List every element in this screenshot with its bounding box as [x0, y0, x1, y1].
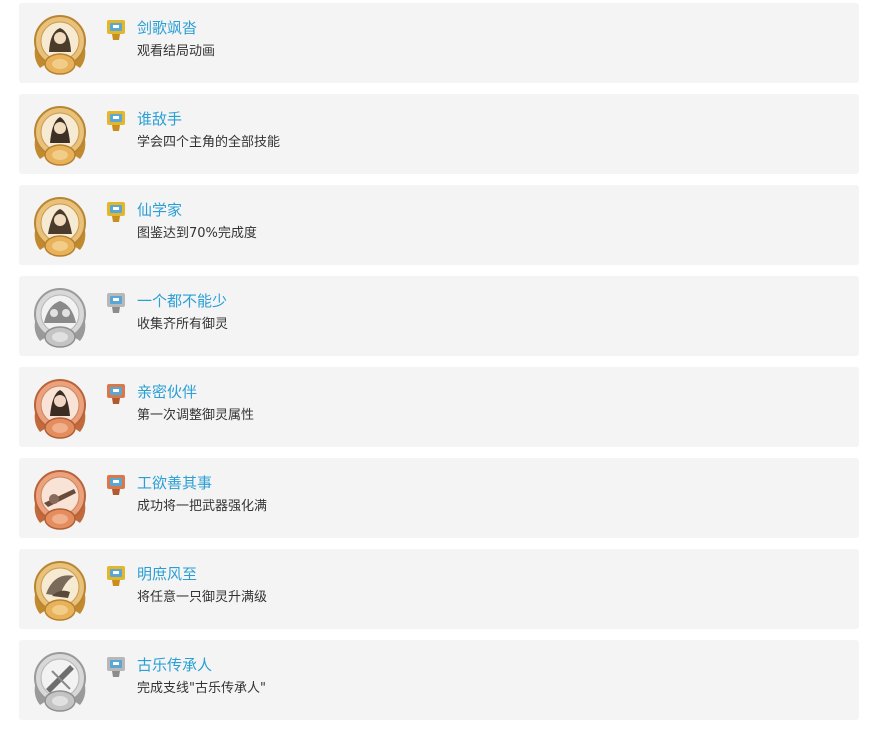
- achievement-card[interactable]: 剑歌飒沓 观看结局动画: [19, 3, 859, 83]
- achievement-card[interactable]: 仙学家 图鉴达到70%完成度: [19, 185, 859, 265]
- achievement-description: 学会四个主角的全部技能: [137, 135, 281, 150]
- achievement-title[interactable]: 剑歌飒沓: [137, 18, 197, 38]
- platform-icon: [107, 566, 125, 586]
- achievement-card[interactable]: 工欲善其事 成功将一把武器强化满: [19, 458, 859, 538]
- bronze-trophy-icon: [34, 379, 86, 439]
- achievement-description: 观看结局动画: [137, 44, 216, 59]
- achievement-description: 完成支线"古乐传承人": [137, 681, 266, 696]
- achievement-title[interactable]: 亲密伙伴: [137, 382, 197, 402]
- achievement-title[interactable]: 仙学家: [137, 200, 182, 220]
- achievement-card[interactable]: 一个都不能少 收集齐所有御灵: [19, 276, 859, 356]
- achievement-title[interactable]: 工欲善其事: [137, 473, 212, 493]
- achievement-title[interactable]: 古乐传承人: [137, 655, 212, 675]
- silver-trophy-icon: [34, 652, 86, 712]
- platform-icon: [107, 202, 125, 222]
- gold-trophy-icon: [34, 561, 86, 621]
- gold-trophy-icon: [34, 106, 86, 166]
- gold-trophy-icon: [34, 15, 86, 75]
- achievement-description: 第一次调整御灵属性: [137, 408, 255, 423]
- achievement-description: 收集齐所有御灵: [137, 317, 229, 332]
- achievement-title[interactable]: 一个都不能少: [137, 291, 227, 311]
- platform-icon: [107, 475, 125, 495]
- platform-icon: [107, 657, 125, 677]
- achievement-list: 剑歌飒沓 观看结局动画 谁敌手 学会四个主角的全部技能 仙学家 图鉴达到70%完…: [19, 3, 859, 731]
- achievement-description: 将任意一只御灵升满级: [137, 590, 268, 605]
- platform-icon: [107, 293, 125, 313]
- achievement-card[interactable]: 明庶风至 将任意一只御灵升满级: [19, 549, 859, 629]
- gold-trophy-icon: [34, 197, 86, 257]
- silver-trophy-icon: [34, 288, 86, 348]
- achievement-card[interactable]: 古乐传承人 完成支线"古乐传承人": [19, 640, 859, 720]
- achievement-description: 图鉴达到70%完成度: [137, 226, 257, 241]
- bronze-trophy-icon: [34, 470, 86, 530]
- platform-icon: [107, 384, 125, 404]
- achievement-card[interactable]: 谁敌手 学会四个主角的全部技能: [19, 94, 859, 174]
- platform-icon: [107, 20, 125, 40]
- platform-icon: [107, 111, 125, 131]
- achievement-card[interactable]: 亲密伙伴 第一次调整御灵属性: [19, 367, 859, 447]
- achievement-title[interactable]: 明庶风至: [137, 564, 197, 584]
- achievement-description: 成功将一把武器强化满: [137, 499, 268, 514]
- achievement-title[interactable]: 谁敌手: [137, 109, 182, 129]
